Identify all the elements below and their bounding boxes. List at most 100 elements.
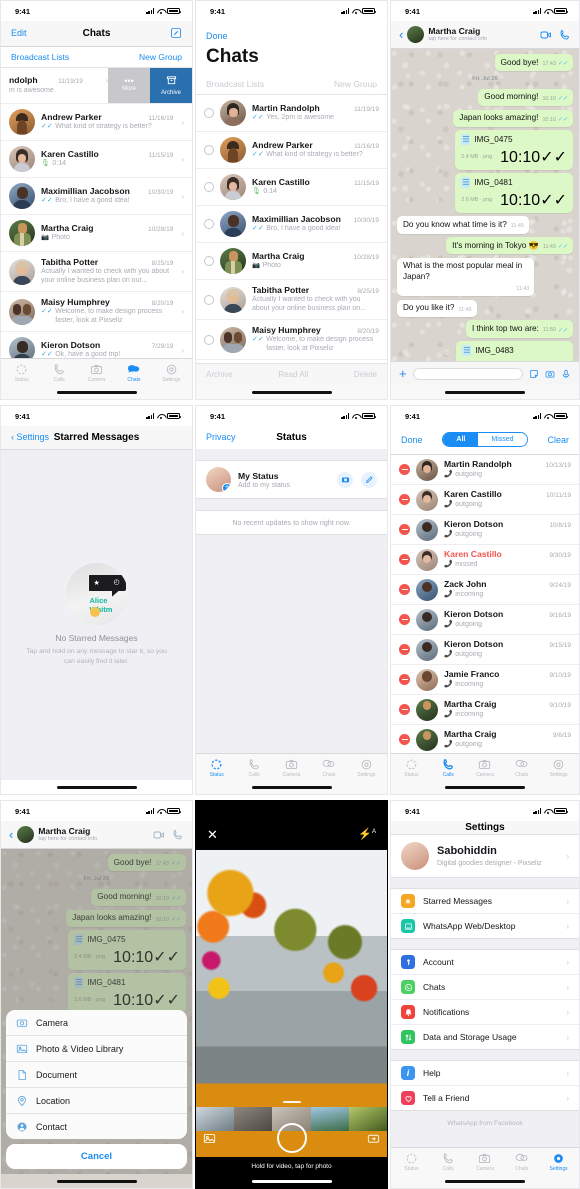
tab-status[interactable]: Status [3,363,40,383]
video-call-icon[interactable] [540,29,552,41]
delete-call-button[interactable] [399,494,410,505]
settings-row-help[interactable]: i Help › [391,1061,579,1086]
table-row[interactable]: Kieron Dotson 7/29/19 [196,360,387,363]
sheet-item-photo-library[interactable]: Photo & Video Library [6,1036,187,1062]
back-chevron-icon[interactable]: ‹ [399,28,403,41]
table-row[interactable]: Karen Castillo 11/15/19 🎙 0:14 › [1,141,192,178]
message-bubble[interactable]: It's morning in Tokyo 😎 11:43 ✓✓ [446,237,573,255]
tab-chats[interactable]: Chats [503,1152,540,1172]
swipe-action-more[interactable]: ••• More [108,68,150,103]
select-checkbox[interactable] [204,145,214,155]
profile-row[interactable]: Sabohiddin Digital goodies designer - Pi… [391,834,579,878]
tab-calls[interactable]: Calls [40,363,77,383]
pencil-icon[interactable] [361,471,377,488]
message-bubble[interactable]: Do you like it? 11:45 [397,299,477,317]
delete-call-button[interactable] [399,524,410,535]
sheet-item-camera[interactable]: Camera [6,1010,187,1036]
table-row[interactable]: Karen Castillo 9/30/19 📞 missed [391,545,579,575]
delete-call-button[interactable] [399,644,410,655]
table-row[interactable]: Tabitha Potter 8/25/19 Actually I wanted… [196,280,387,321]
message-bubble[interactable]: Japan looks amazing! 10:10 ✓✓ [453,109,573,127]
table-row[interactable]: Andrew Parker 11/16/19 ✓✓ What kind of st… [1,104,192,141]
table-row[interactable]: Martin Randolph 11/19/19 ✓✓ Yes, 2pm is a… [196,95,387,132]
tab-calls[interactable]: Calls [430,758,467,778]
table-row[interactable]: Martha Craig 10/28/19 📷 Photo › [1,215,192,252]
message-bubble[interactable]: I think top two are: 11:50 ✓✓ [465,320,573,338]
edit-button[interactable]: Edit [11,28,27,38]
back-to-settings-button[interactable]: ‹ Settings [11,432,49,442]
message-bubble[interactable]: Good morning! 10:10 ✓✓ [478,88,573,106]
settings-row-whatsapp-web[interactable]: WhatsApp Web/Desktop › [391,914,579,938]
close-x-icon[interactable]: ✕ [207,828,218,841]
select-checkbox[interactable] [204,334,214,345]
message-bubble[interactable]: Good bye! 17:43 ✓✓ [494,54,573,72]
tab-status[interactable]: Status [198,758,235,778]
tab-status[interactable]: Status [393,758,430,778]
chat-row-swiped[interactable]: ndolph 11/19/19 › m is awesome ••• More … [1,68,192,104]
tab-settings[interactable]: Settings [540,1152,577,1172]
file-attachment-bubble[interactable]: IMG_0483 2.6 MB · png11:51✓✓ [456,341,573,361]
table-row[interactable]: Maximillian Jacobson 10/30/19 ✓✓ Bro, I h… [1,178,192,215]
tab-status[interactable]: Status [393,1152,430,1172]
tab-calls[interactable]: Calls [235,758,272,778]
segment-all[interactable]: All [443,433,479,446]
sticker-icon[interactable] [529,369,539,379]
microphone-icon[interactable] [561,369,571,379]
add-status-badge[interactable]: + [222,483,231,492]
photo-library-icon[interactable] [203,1132,216,1145]
select-checkbox[interactable] [204,108,214,118]
segment-missed[interactable]: Missed [478,433,527,446]
table-row[interactable]: Maisy Humphrey 8/20/19 ✓✓ Welcome, to mak… [1,292,192,333]
table-row[interactable]: Andrew Parker 11/16/19 ✓✓ What kind of st… [196,132,387,169]
privacy-button[interactable]: Privacy [206,432,236,442]
my-status-row[interactable]: + My Status Add to my status [196,460,387,499]
archive-button[interactable]: Archive [206,370,233,379]
swipe-action-archive[interactable]: Archive [150,68,192,103]
select-checkbox[interactable] [204,219,214,229]
read-all-button[interactable]: Read All [278,370,308,379]
broadcast-lists-link[interactable]: Broadcast Lists [11,52,69,62]
delete-call-button[interactable] [399,464,410,475]
sheet-item-contact[interactable]: Contact [6,1114,187,1139]
done-button[interactable]: Done [206,31,228,41]
settings-row-chats[interactable]: Chats › [391,975,579,1000]
attachment-action-sheet-overlay[interactable]: Camera Photo & Video Library Document Lo… [1,849,192,1174]
phone-call-icon[interactable] [172,829,184,841]
tab-camera[interactable]: Camera [273,758,310,778]
compose-icon[interactable] [170,27,182,39]
delete-call-button[interactable] [399,554,410,565]
delete-call-button[interactable] [399,584,410,595]
done-button[interactable]: Done [401,435,423,445]
cancel-button[interactable]: Cancel [6,1144,187,1169]
sheet-item-document[interactable]: Document [6,1062,187,1088]
message-bubble[interactable]: Do you know what time is it? 11:45 [397,216,529,234]
table-row[interactable]: Martha Craig 9/10/19 📞 incoming [391,695,579,725]
settings-row-account[interactable]: Account › [391,950,579,975]
phone-call-icon[interactable] [559,29,571,41]
table-row[interactable]: Maximillian Jacobson 10/30/19 ✓✓ Bro, I h… [196,206,387,243]
avatar[interactable] [17,826,35,843]
camera-flip-icon[interactable] [367,1132,380,1145]
tab-calls[interactable]: Calls [430,1152,467,1172]
settings-row-starred-messages[interactable]: ★ Starred Messages › [391,889,579,914]
flash-auto-icon[interactable]: ⚡A [358,829,376,841]
avatar[interactable] [401,842,429,870]
file-attachment-bubble[interactable]: IMG_0481 2.6 MB · png 10:10✓✓ [455,173,573,213]
settings-row-data-storage[interactable]: Data and Storage Usage › [391,1025,579,1049]
new-group-link[interactable]: New Group [139,52,182,62]
table-row[interactable]: Martin Randolph 10/13/19 📞 outgoing [391,455,579,485]
table-row[interactable]: Zack John 9/24/19 📞 incoming [391,575,579,605]
attach-plus-icon[interactable]: + [399,367,407,380]
delete-call-button[interactable] [399,704,410,715]
shutter-button[interactable] [276,1123,307,1153]
table-row[interactable]: Karen Castillo 11/15/19 🎙 0:14 [196,169,387,206]
back-chevron-icon[interactable]: ‹ [9,828,13,841]
file-attachment-bubble[interactable]: IMG_0475 2.4 MB · png 10:10✓✓ [455,130,573,170]
delete-call-button[interactable] [399,734,410,745]
avatar[interactable] [407,26,425,43]
table-row[interactable]: Maisy Humphrey 8/20/19 ✓✓ Welcome, to mak… [196,320,387,361]
delete-call-button[interactable] [399,614,410,625]
table-row[interactable]: Kieron Dotson 10/8/19 📞 outgoing [391,515,579,545]
camera-icon[interactable] [545,369,555,379]
message-bubble[interactable]: What is the most popular meal in Japan? … [397,257,535,296]
